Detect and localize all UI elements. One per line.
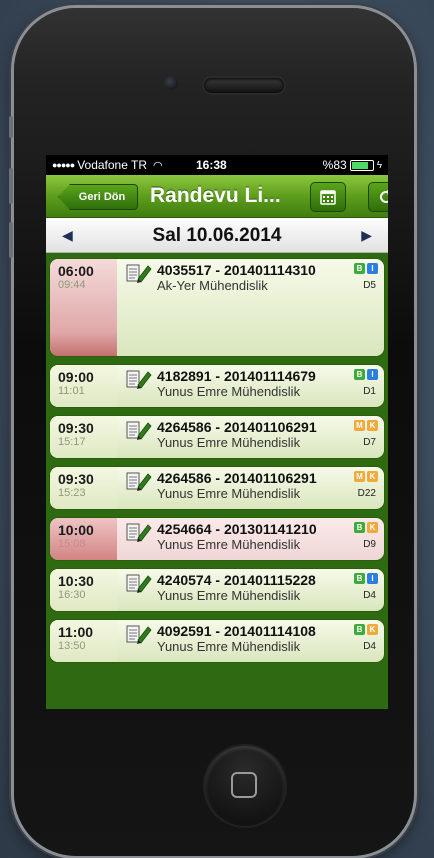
home-button[interactable]	[205, 746, 285, 826]
appointment-title: 4182891 - 201401114679	[157, 368, 316, 384]
edit-document-icon	[126, 263, 152, 283]
appointment-title: 4264586 - 201401106291	[157, 470, 317, 486]
end-time: 16:30	[58, 589, 86, 601]
edit-document-icon	[126, 471, 152, 491]
company-name: Yunus Emre Mühendislik	[157, 384, 301, 399]
badge-b: B	[354, 522, 365, 533]
current-date: Sal 10.06.2014	[152, 225, 282, 246]
badge-k: K	[367, 624, 378, 635]
badge-i: I	[367, 369, 378, 380]
appointment-row[interactable]: 09:00 11:01 4182891 - 201401114679 Yunus Em…	[50, 365, 384, 407]
carrier-label: Vodafone TR	[77, 158, 148, 172]
appointment-row[interactable]: 06:00 09:44 4035517 - 201401114310 Ak-Yer M…	[50, 259, 384, 356]
navigation-bar: Geri Dön Randevu Li...	[46, 175, 388, 218]
start-time: 09:30	[58, 471, 94, 487]
row-code: D4	[363, 641, 376, 652]
company-name: Yunus Emre Mühendislik	[157, 537, 301, 552]
edit-document-icon	[126, 573, 152, 593]
badge-b: B	[354, 369, 365, 380]
status-bar: ●●●●● Vodafone TR ◠ 16:38 %83 ϟ	[46, 155, 388, 175]
badge-group: BI	[354, 573, 378, 584]
appointment-row[interactable]: 09:30 15:17 4264586 - 201401106291 Yunus Em…	[50, 416, 384, 458]
calendar-icon	[320, 190, 336, 205]
appointment-row[interactable]: 10:30 16:30 4240574 - 201401115228 Yunus Em…	[50, 569, 384, 611]
company-name: Yunus Emre Mühendislik	[157, 639, 301, 654]
badge-b: B	[354, 573, 365, 584]
front-camera	[164, 76, 178, 90]
end-time: 11:01	[58, 385, 85, 397]
start-time: 10:00	[58, 522, 94, 538]
badge-b: B	[354, 624, 365, 635]
phone-highlight	[14, 8, 414, 78]
battery-percent: %83	[322, 158, 347, 172]
badge-group: BK	[354, 624, 378, 635]
start-time: 10:30	[58, 573, 94, 589]
row-code: D22	[357, 488, 376, 499]
badge-k: K	[367, 471, 378, 482]
row-code: D7	[363, 437, 376, 448]
badge-b: B	[354, 263, 365, 274]
badge-k: K	[367, 420, 378, 431]
appointment-title: 4240574 - 201401115228	[157, 572, 316, 588]
badge-i: I	[367, 573, 378, 584]
start-time: 06:00	[58, 263, 94, 279]
appointment-row[interactable]: 11:00 13:50 4092591 - 201401114108 Yunus Em…	[50, 620, 384, 662]
wifi-icon: ◠	[153, 159, 163, 172]
start-time: 11:00	[58, 624, 94, 640]
start-time: 09:30	[58, 420, 94, 436]
badge-group: BK	[354, 522, 378, 533]
appointment-title: 4035517 - 201401114310	[157, 262, 316, 278]
end-time: 09:44	[58, 279, 86, 291]
volume-up-button	[9, 168, 13, 204]
row-code: D1	[363, 386, 376, 397]
status-time: 16:38	[196, 158, 227, 172]
refresh-icon	[380, 190, 388, 203]
badge-k: K	[367, 522, 378, 533]
edit-document-icon	[126, 624, 152, 644]
end-time: 15:23	[58, 487, 86, 499]
badge-i: I	[367, 263, 378, 274]
edit-document-icon	[126, 369, 152, 389]
appointment-title: 4264586 - 201401106291	[157, 419, 317, 435]
company-name: Yunus Emre Mühendislik	[157, 435, 301, 450]
row-code: D5	[363, 280, 376, 291]
badge-m: M	[354, 471, 365, 482]
company-name: Ak-Yer Mühendislik	[157, 278, 268, 293]
company-name: Yunus Emre Mühendislik	[157, 588, 301, 603]
company-name: Yunus Emre Mühendislik	[157, 486, 301, 501]
appointment-title: 4254664 - 201301141210	[157, 521, 317, 537]
end-time: 15:17	[58, 436, 86, 448]
edit-document-icon	[126, 522, 152, 542]
appointment-row[interactable]: 10:00 15:08 4254664 - 201301141210 Yunus Em…	[50, 518, 384, 560]
badge-group: BI	[354, 369, 378, 380]
next-day-arrow-icon[interactable]: ▶	[361, 227, 372, 244]
row-code: D4	[363, 590, 376, 601]
signal-icon: ●●●●●	[52, 160, 75, 170]
earpiece-speaker	[204, 78, 284, 93]
page-title: Randevu Li...	[150, 184, 281, 207]
refresh-button[interactable]	[368, 182, 388, 212]
badge-group: MK	[354, 420, 378, 431]
badge-group: BI	[354, 263, 378, 274]
back-button[interactable]: Geri Dön	[58, 184, 138, 210]
appointment-row[interactable]: 09:30 15:23 4264586 - 201401106291 Yunus Em…	[50, 467, 384, 509]
volume-switch	[9, 116, 13, 138]
appointment-list: 06:00 09:44 4035517 - 201401114310 Ak-Yer M…	[46, 253, 388, 662]
date-bar: ◀ Sal 10.06.2014 ▶	[46, 218, 388, 253]
battery-icon	[349, 159, 374, 171]
volume-down-button	[9, 222, 13, 258]
calendar-button[interactable]	[310, 182, 346, 212]
edit-document-icon	[126, 420, 152, 440]
badge-group: MK	[354, 471, 378, 482]
appointment-title: 4092591 - 201401114108	[157, 623, 316, 639]
end-time: 15:08	[58, 538, 86, 550]
app-screen: ●●●●● Vodafone TR ◠ 16:38 %83 ϟ Geri Dön…	[46, 155, 388, 709]
charging-icon: ϟ	[376, 159, 382, 171]
home-square-icon	[231, 772, 257, 798]
start-time: 09:00	[58, 369, 94, 385]
row-code: D9	[363, 539, 376, 550]
badge-m: M	[354, 420, 365, 431]
end-time: 13:50	[58, 640, 86, 652]
